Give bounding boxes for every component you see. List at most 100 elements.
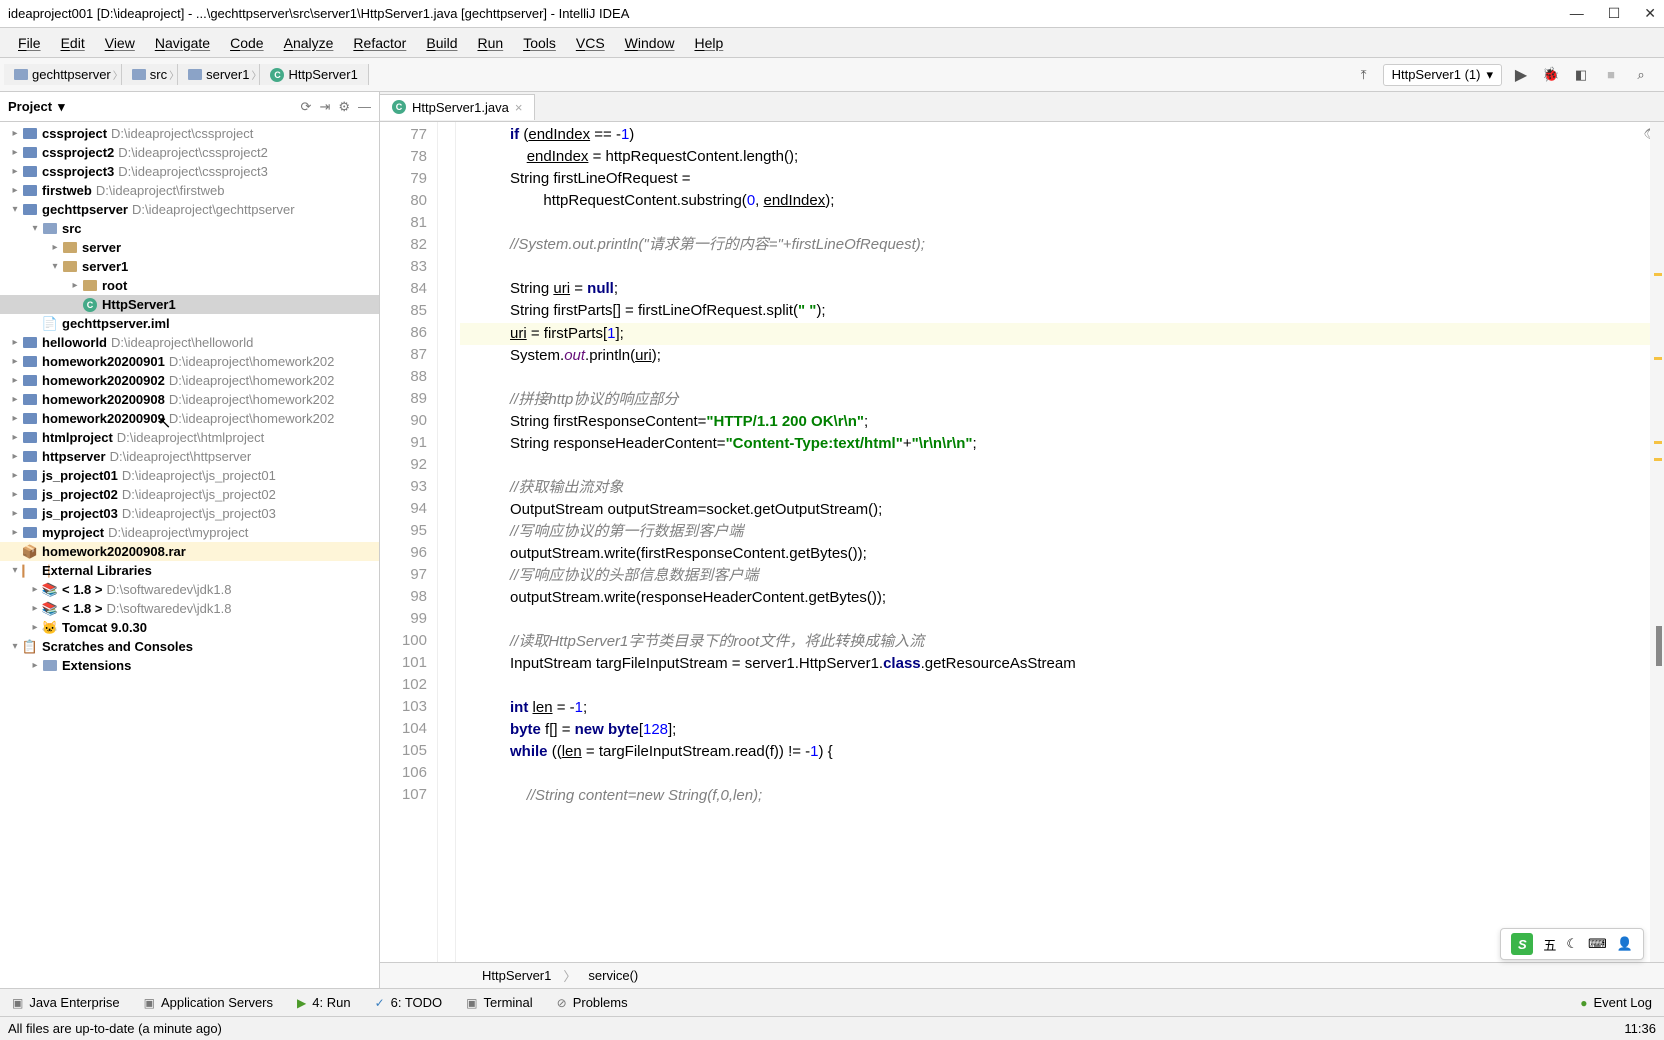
tree-item-js-project03[interactable]: ▸js_project03D:\ideaproject\js_project03 (0, 504, 379, 523)
keyboard-icon[interactable]: ⌨ (1588, 936, 1607, 952)
tree-item-src[interactable]: ▾src (0, 219, 379, 238)
tree-item-external-libraries[interactable]: ▾⎹⎸⎹External Libraries (0, 561, 379, 580)
menu-help[interactable]: Help (684, 35, 733, 51)
tree-arrow-icon[interactable]: ▸ (68, 280, 82, 291)
build-icon[interactable]: ⤒ (1353, 64, 1375, 86)
editor-tab[interactable]: C HttpServer1.java × (380, 94, 535, 120)
tree-arrow-icon[interactable]: ▸ (28, 584, 42, 595)
run-icon[interactable]: ▶ (1510, 64, 1532, 86)
tree-arrow-icon[interactable]: ▸ (8, 128, 22, 139)
menu-navigate[interactable]: Navigate (145, 35, 220, 51)
project-tree[interactable]: ▸cssprojectD:\ideaproject\cssproject▸css… (0, 122, 379, 988)
breadcrumb-gechttpserver[interactable]: gechttpserver (4, 64, 122, 85)
tree-arrow-icon[interactable]: ▸ (8, 166, 22, 177)
gear-icon[interactable]: ⚙ (338, 99, 350, 115)
tree-arrow-icon[interactable]: ▸ (8, 337, 22, 348)
tree-item--1-8-[interactable]: ▸📚< 1.8 >D:\softwaredev\jdk1.8 (0, 599, 379, 618)
tool-window-terminal[interactable]: ▣Terminal (454, 995, 544, 1010)
menu-file[interactable]: File (8, 35, 51, 51)
menu-window[interactable]: Window (615, 35, 685, 51)
tree-arrow-icon[interactable]: ▸ (8, 375, 22, 386)
menu-analyze[interactable]: Analyze (274, 35, 344, 51)
tree-arrow-icon[interactable]: ▸ (28, 622, 42, 633)
moon-icon[interactable]: ☾ (1566, 936, 1578, 952)
tool-window-application-servers[interactable]: ▣Application Servers (132, 995, 285, 1010)
maximize-icon[interactable]: ☐ (1608, 5, 1621, 22)
tree-item-httpserver1[interactable]: CHttpServer1 (0, 295, 379, 314)
error-stripe[interactable] (1650, 122, 1664, 962)
tree-arrow-icon[interactable]: ▸ (48, 242, 62, 253)
menu-vcs[interactable]: VCS (566, 35, 615, 51)
tree-item-server1[interactable]: ▾server1 (0, 257, 379, 276)
tree-arrow-icon[interactable]: ▸ (8, 394, 22, 405)
tree-item--1-8-[interactable]: ▸📚< 1.8 >D:\softwaredev\jdk1.8 (0, 580, 379, 599)
tree-item-homework20200908[interactable]: ▸homework20200908D:\ideaproject\homework… (0, 390, 379, 409)
menu-run[interactable]: Run (467, 35, 513, 51)
tool-window-problems[interactable]: ⊘Problems (545, 995, 640, 1010)
tree-arrow-icon[interactable]: ▸ (8, 432, 22, 443)
breadcrumb-src[interactable]: src (122, 64, 178, 85)
menu-tools[interactable]: Tools (513, 35, 566, 51)
tree-item-gechttpserver-iml[interactable]: 📄gechttpserver.iml (0, 314, 379, 333)
close-icon[interactable]: ✕ (1644, 5, 1656, 22)
event-log[interactable]: ●Event Log (1568, 995, 1664, 1010)
tree-arrow-icon[interactable]: ▸ (8, 413, 22, 424)
tree-item-helloworld[interactable]: ▸helloworldD:\ideaproject\helloworld (0, 333, 379, 352)
tree-item-homework20200909[interactable]: ▸homework20200909D:\ideaproject\homework… (0, 409, 379, 428)
tree-item-httpserver[interactable]: ▸httpserverD:\ideaproject\httpserver (0, 447, 379, 466)
menu-build[interactable]: Build (416, 35, 467, 51)
tree-arrow-icon[interactable]: ▸ (28, 603, 42, 614)
tree-item-cssproject2[interactable]: ▸cssproject2D:\ideaproject\cssproject2 (0, 143, 379, 162)
tool-window-4-run[interactable]: ▶4: Run (285, 995, 363, 1010)
tree-arrow-icon[interactable]: ▸ (8, 451, 22, 462)
tree-arrow-icon[interactable]: ▾ (8, 204, 22, 215)
tree-item-scratches-and-consoles[interactable]: ▾📋Scratches and Consoles (0, 637, 379, 656)
refresh-icon[interactable]: ⟳ (301, 99, 312, 115)
ime-mode[interactable]: 五 (1543, 935, 1556, 954)
tree-item-js-project02[interactable]: ▸js_project02D:\ideaproject\js_project02 (0, 485, 379, 504)
crumb-method[interactable]: service() (576, 968, 650, 983)
run-config-selector[interactable]: HttpServer1 (1) ▾ (1383, 64, 1502, 86)
project-view-selector[interactable]: Project ▾ (8, 99, 65, 115)
tree-item-myproject[interactable]: ▸myprojectD:\ideaproject\myproject (0, 523, 379, 542)
menu-refactor[interactable]: Refactor (343, 35, 416, 51)
tree-item-cssproject3[interactable]: ▸cssproject3D:\ideaproject\cssproject3 (0, 162, 379, 181)
debug-icon[interactable]: 🐞 (1540, 64, 1562, 86)
tree-item-htmlproject[interactable]: ▸htmlprojectD:\ideaproject\htmlproject (0, 428, 379, 447)
tree-item-extensions[interactable]: ▸Extensions (0, 656, 379, 675)
close-tab-icon[interactable]: × (515, 100, 523, 115)
tree-arrow-icon[interactable]: ▸ (8, 508, 22, 519)
ime-bar[interactable]: S 五 ☾ ⌨ 👤 (1500, 928, 1644, 960)
tree-item-homework20200902[interactable]: ▸homework20200902D:\ideaproject\homework… (0, 371, 379, 390)
breadcrumb-server1[interactable]: server1 (178, 64, 260, 85)
tree-item-firstweb[interactable]: ▸firstwebD:\ideaproject\firstweb (0, 181, 379, 200)
editor-content[interactable]: if (endIndex == -1) endIndex = httpReque… (456, 122, 1650, 962)
tree-arrow-icon[interactable]: ▾ (48, 261, 62, 272)
tree-arrow-icon[interactable]: ▸ (8, 470, 22, 481)
tree-arrow-icon[interactable]: ▸ (8, 185, 22, 196)
tree-arrow-icon[interactable]: ▾ (8, 641, 22, 652)
hide-icon[interactable]: — (358, 99, 371, 115)
tree-item-root[interactable]: ▸root (0, 276, 379, 295)
tree-item-server[interactable]: ▸server (0, 238, 379, 257)
tree-item-tomcat-9-0-30[interactable]: ▸🐱Tomcat 9.0.30 (0, 618, 379, 637)
tree-arrow-icon[interactable]: ▾ (28, 223, 42, 234)
crumb-class[interactable]: HttpServer1 (470, 968, 563, 983)
menu-edit[interactable]: Edit (51, 35, 95, 51)
minimize-icon[interactable]: — (1570, 5, 1584, 22)
user-icon[interactable]: 👤 (1617, 936, 1633, 952)
collapse-icon[interactable]: ⇥ (319, 99, 330, 115)
search-everywhere-icon[interactable]: ⌕ (1630, 64, 1652, 86)
tree-arrow-icon[interactable]: ▸ (8, 356, 22, 367)
breadcrumb-httpserver1[interactable]: CHttpServer1 (260, 64, 368, 85)
tree-arrow-icon[interactable]: ▸ (8, 489, 22, 500)
tree-arrow-icon[interactable]: ▸ (8, 527, 22, 538)
tool-window-java-enterprise[interactable]: ▣Java Enterprise (0, 995, 132, 1010)
tree-arrow-icon[interactable]: ▸ (28, 660, 42, 671)
menu-code[interactable]: Code (220, 35, 273, 51)
code-area[interactable]: 👁 77787980818283848586878889909192939495… (380, 122, 1664, 962)
tree-item-homework20200908-rar[interactable]: 📦homework20200908.rar (0, 542, 379, 561)
coverage-icon[interactable]: ◧ (1570, 64, 1592, 86)
stop-icon[interactable]: ■ (1600, 64, 1622, 86)
tool-window-6-todo[interactable]: ✓6: TODO (363, 995, 455, 1010)
